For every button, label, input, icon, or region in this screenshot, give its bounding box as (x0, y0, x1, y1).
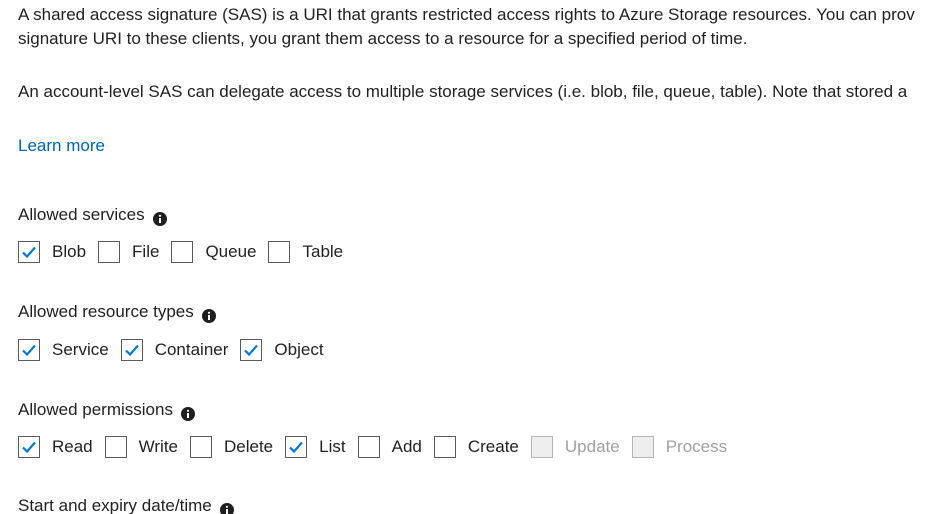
info-icon[interactable] (219, 500, 234, 514)
allowed-permissions-row: Read Write Delete List Add Create Update Proces… (18, 434, 739, 460)
intro-paragraph-line-3: An account-level SAS can delegate access… (18, 82, 908, 101)
permission-read-checkbox[interactable]: Read (18, 436, 93, 458)
checkbox-label: Service (52, 340, 109, 359)
checkbox-label: Process (665, 437, 728, 456)
learn-more-link[interactable]: Learn more (18, 134, 105, 158)
checkbox-label: Delete (224, 437, 274, 456)
checkbox-label: Table (302, 242, 344, 261)
allowed-services-row: Blob File Queue Table (18, 239, 355, 265)
service-file-checkbox[interactable]: File (98, 241, 159, 263)
allowed-permissions-label: Allowed permissions (18, 400, 173, 419)
start-expiry-label: Start and expiry date/time (18, 496, 212, 514)
permission-update-checkbox: Update (530, 436, 620, 458)
service-queue-checkbox[interactable]: Queue (171, 241, 256, 263)
permission-create-checkbox[interactable]: Create (433, 436, 519, 458)
checkbox-box[interactable] (18, 241, 40, 263)
intro-paragraph-line-2: signature URI to these clients, you gran… (18, 29, 748, 48)
checkbox-label: Update (564, 437, 620, 456)
checkbox-box[interactable] (18, 436, 40, 458)
checkbox-box[interactable] (18, 339, 40, 361)
checkbox-label: Write (138, 437, 178, 456)
checkbox-box (530, 436, 553, 458)
checkbox-box[interactable] (120, 339, 143, 361)
permission-write-checkbox[interactable]: Write (104, 436, 178, 458)
checkbox-label: File (132, 242, 160, 261)
permission-list-checkbox[interactable]: List (285, 436, 346, 458)
checkbox-label: List (319, 437, 346, 456)
permission-process-checkbox: Process (631, 436, 728, 458)
checkbox-box[interactable] (357, 436, 380, 458)
checkbox-box[interactable] (104, 436, 127, 458)
checkbox-box[interactable] (433, 436, 456, 458)
checkbox-label: Queue (205, 242, 257, 261)
service-table-checkbox[interactable]: Table (268, 241, 343, 263)
allowed-services-label: Allowed services (18, 205, 145, 224)
checkbox-box[interactable] (285, 436, 308, 458)
checkmark-icon (22, 246, 36, 259)
intro-paragraph-line-1: A shared access signature (SAS) is a URI… (18, 5, 915, 24)
checkbox-label: Blob (52, 242, 87, 261)
checkmark-icon (22, 441, 36, 454)
checkbox-label: Object (274, 340, 324, 359)
checkbox-box (631, 436, 654, 458)
info-icon[interactable] (180, 404, 195, 421)
resource-type-service-checkbox[interactable]: Service (18, 339, 109, 361)
allowed-resource-types-heading: Allowed resource types (18, 300, 216, 324)
checkbox-box[interactable] (98, 241, 121, 263)
checkmark-icon (289, 441, 303, 454)
allowed-permissions-heading: Allowed permissions (18, 398, 195, 422)
checkmark-icon (244, 344, 259, 357)
info-icon[interactable] (201, 306, 216, 323)
checkbox-box[interactable] (190, 436, 212, 458)
resource-type-container-checkbox[interactable]: Container (120, 339, 229, 361)
checkbox-box[interactable] (268, 241, 291, 263)
permission-delete-checkbox[interactable]: Delete (190, 436, 273, 458)
checkbox-label: Read (52, 437, 93, 456)
allowed-resource-types-row: Service Container Object (18, 337, 336, 363)
allowed-resource-types-label: Allowed resource types (18, 302, 194, 321)
checkbox-label: Container (154, 340, 229, 359)
resource-type-object-checkbox[interactable]: Object (240, 339, 324, 361)
start-expiry-heading: Start and expiry date/time (18, 494, 234, 514)
service-blob-checkbox[interactable]: Blob (18, 241, 86, 263)
allowed-services-heading: Allowed services (18, 203, 167, 227)
checkbox-label: Add (391, 437, 422, 456)
checkbox-box[interactable] (240, 339, 263, 361)
checkbox-label: Create (467, 437, 519, 456)
checkbox-box[interactable] (171, 241, 194, 263)
checkmark-icon (124, 344, 139, 357)
info-icon[interactable] (152, 209, 167, 226)
permission-add-checkbox[interactable]: Add (357, 436, 422, 458)
checkmark-icon (22, 344, 36, 357)
